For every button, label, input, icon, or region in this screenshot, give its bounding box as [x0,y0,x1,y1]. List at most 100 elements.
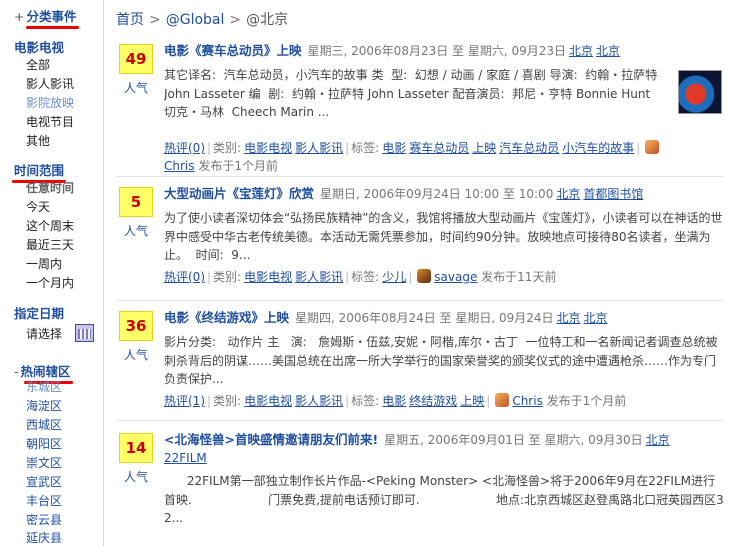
popularity-count: 49 [119,44,153,74]
sidebar-item-cinema[interactable]: 影院放映 [26,95,74,111]
district-item[interactable]: 朝阳区 [26,436,62,452]
category-label: 类别: [213,141,242,155]
event-description: 为了使小读者深切体会“弘扬民族精神”的含义，我馆将播放大型动画片《宝莲灯》，小读… [164,211,723,262]
event-title[interactable]: 电影《终结游戏》上映 [164,310,289,325]
category-label: 类别: [213,270,242,284]
popularity-label: 人气 [123,224,148,238]
sidebar-item-tv[interactable]: 电视节目 [26,114,74,130]
popularity-label: 人气 [123,470,148,484]
popularity-box: 49 人气 [119,44,153,96]
tag-link[interactable]: 少儿 [382,270,406,284]
time-item-weekend[interactable]: 这个周末 [26,218,74,234]
movie-poster-image[interactable] [678,70,722,114]
tag-link[interactable]: 电影 [382,141,406,155]
event-description: 影片分类: 动作片 主 演: 詹姆斯・伍兹,安妮・阿楷,库尔・古丁 一位特工和一… [164,335,718,386]
choose-date-label: 请选择 [26,327,63,341]
event-venue-link[interactable]: 22FILM [164,451,207,465]
user-link[interactable]: savage [434,270,477,284]
event-city-link[interactable]: 北京 [557,311,581,325]
date-heading: 指定日期 [14,306,65,321]
event-meta: 热评(0) | 类别: 电影电视 影人影讯 | 标签: 少儿 | savage 发布于11天前 [164,269,557,284]
popularity-box: 36 人气 [119,311,153,363]
sidebar-item-all[interactable]: 全部 [26,57,50,73]
breadcrumb-current: @北京 [246,12,289,28]
time-range-heading: 时间范围 [12,160,67,183]
category-group-movies[interactable]: 电影电视 [14,37,64,56]
event-city-link[interactable]: 北京 [556,187,580,201]
districts-heading[interactable]: - 热闹辖区 [14,361,73,384]
posted-time: 发布于1个月前 [546,394,627,408]
category-link[interactable]: 电影电视 [244,270,292,284]
category-link[interactable]: 电影电视 [244,141,292,155]
event-time: 星期四, 2006年08月24日 至 星期日, 09月24日 [295,311,554,325]
category-link[interactable]: 影人影讯 [295,270,343,284]
event-entry: 14 人气 <北海怪兽>首映盛情邀请朋友们前来! 星期五, 2006年09月01日… [116,431,724,546]
category-link[interactable]: 影人影讯 [295,141,343,155]
category-link[interactable]: 电影电视 [244,394,292,408]
popularity-label: 人气 [123,348,148,362]
expand-toggle[interactable]: + [14,9,24,24]
event-entry: 36 人气 电影《终结游戏》上映 星期四, 2006年08月24日 至 星期日, … [116,309,724,421]
posted-time: 发布于11天前 [481,270,557,284]
tag-link[interactable]: 赛车总动员 [409,141,469,155]
district-item[interactable]: 海淀区 [26,398,62,414]
event-city-link[interactable]: 北京 [646,433,670,447]
event-venue-link[interactable]: 北京 [596,44,620,58]
district-item[interactable]: 崇文区 [26,455,62,471]
collapse-toggle[interactable]: - [14,364,19,379]
popularity-count: 14 [119,433,153,463]
district-item[interactable]: 宣武区 [26,474,62,490]
tag-label: 标签: [351,394,380,408]
posted-time: 发布于1个月前 [198,159,278,173]
underline-mark [26,26,79,29]
tag-link[interactable]: 上映 [472,141,496,155]
comments-link[interactable]: 热评(0) [164,270,205,284]
tag-link[interactable]: 上映 [460,394,484,408]
district-item[interactable]: 西城区 [26,417,62,433]
user-link[interactable]: Chris [512,394,543,408]
event-title[interactable]: <北海怪兽>首映盛情邀请朋友们前来! [164,432,378,447]
breadcrumb: 首页 > @Global > @北京 [116,9,288,29]
district-item[interactable]: 延庆县 [26,530,62,546]
district-item[interactable]: 东城区 [26,379,62,395]
user-link[interactable]: Chris [164,159,195,173]
event-title[interactable]: 电影《赛车总动员》上映 [164,43,302,58]
event-entry: 49 人气 电影《赛车总动员》上映 星期三, 2006年08月23日 至 星期六,… [116,42,724,177]
event-meta: 热评(1) | 类别: 电影电视 影人影讯 | 标签: 电影 终结游戏 上映 | Chris 发布于1… [164,393,627,408]
user-avatar-icon[interactable] [417,269,432,283]
breadcrumb-home[interactable]: 首页 [116,12,144,28]
tag-link[interactable]: 电影 [382,394,406,408]
time-item-3days[interactable]: 最近三天 [26,237,74,253]
calendar-icon[interactable] [75,324,94,342]
event-venue-link[interactable]: 北京 [584,311,608,325]
sidebar-item-other[interactable]: 其他 [26,133,50,149]
event-time: 星期日, 2006年09月24日 10:00 至 10:00 [320,187,554,201]
user-avatar-icon[interactable] [495,393,510,407]
time-item-today[interactable]: 今天 [26,199,50,215]
comments-link[interactable]: 热评(1) [164,394,205,408]
event-time: 星期三, 2006年08月23日 至 星期六, 09月23日 [307,44,567,58]
event-title[interactable]: 大型动画片《宝莲灯》欣赏 [164,186,314,201]
tag-link[interactable]: 小汽车的故事 [562,141,634,155]
district-item[interactable]: 密云县 [26,512,62,528]
tag-link[interactable]: 终结游戏 [409,394,457,408]
category-link[interactable]: 影人影讯 [295,394,343,408]
category-label: 类别: [213,394,242,408]
tag-label: 标签: [351,141,380,155]
tag-link[interactable]: 汽车总动员 [499,141,559,155]
breadcrumb-global[interactable]: @Global [166,12,225,28]
sidebar-item-people[interactable]: 影人影讯 [26,76,74,92]
event-city-link[interactable]: 北京 [569,44,593,58]
comments-link[interactable]: 热评(0) [164,141,205,155]
categories-heading[interactable]: + 分类事件 [14,6,79,29]
time-item-week[interactable]: 一周内 [26,256,62,272]
tag-label: 标签: [351,270,380,284]
time-item-any[interactable]: 任意时间 [26,180,74,196]
user-avatar-icon[interactable] [645,140,660,154]
district-item[interactable]: 丰台区 [26,493,62,509]
time-item-month[interactable]: 一个月内 [26,275,74,291]
popularity-box: 5 人气 [119,187,153,239]
event-venue-link[interactable]: 首都图书馆 [583,187,643,201]
main-content: 首页 > @Global > @北京 49 人气 电影《赛车总动员》上映 星期三, 200… [104,0,732,546]
breadcrumb-sep: > [229,12,242,28]
